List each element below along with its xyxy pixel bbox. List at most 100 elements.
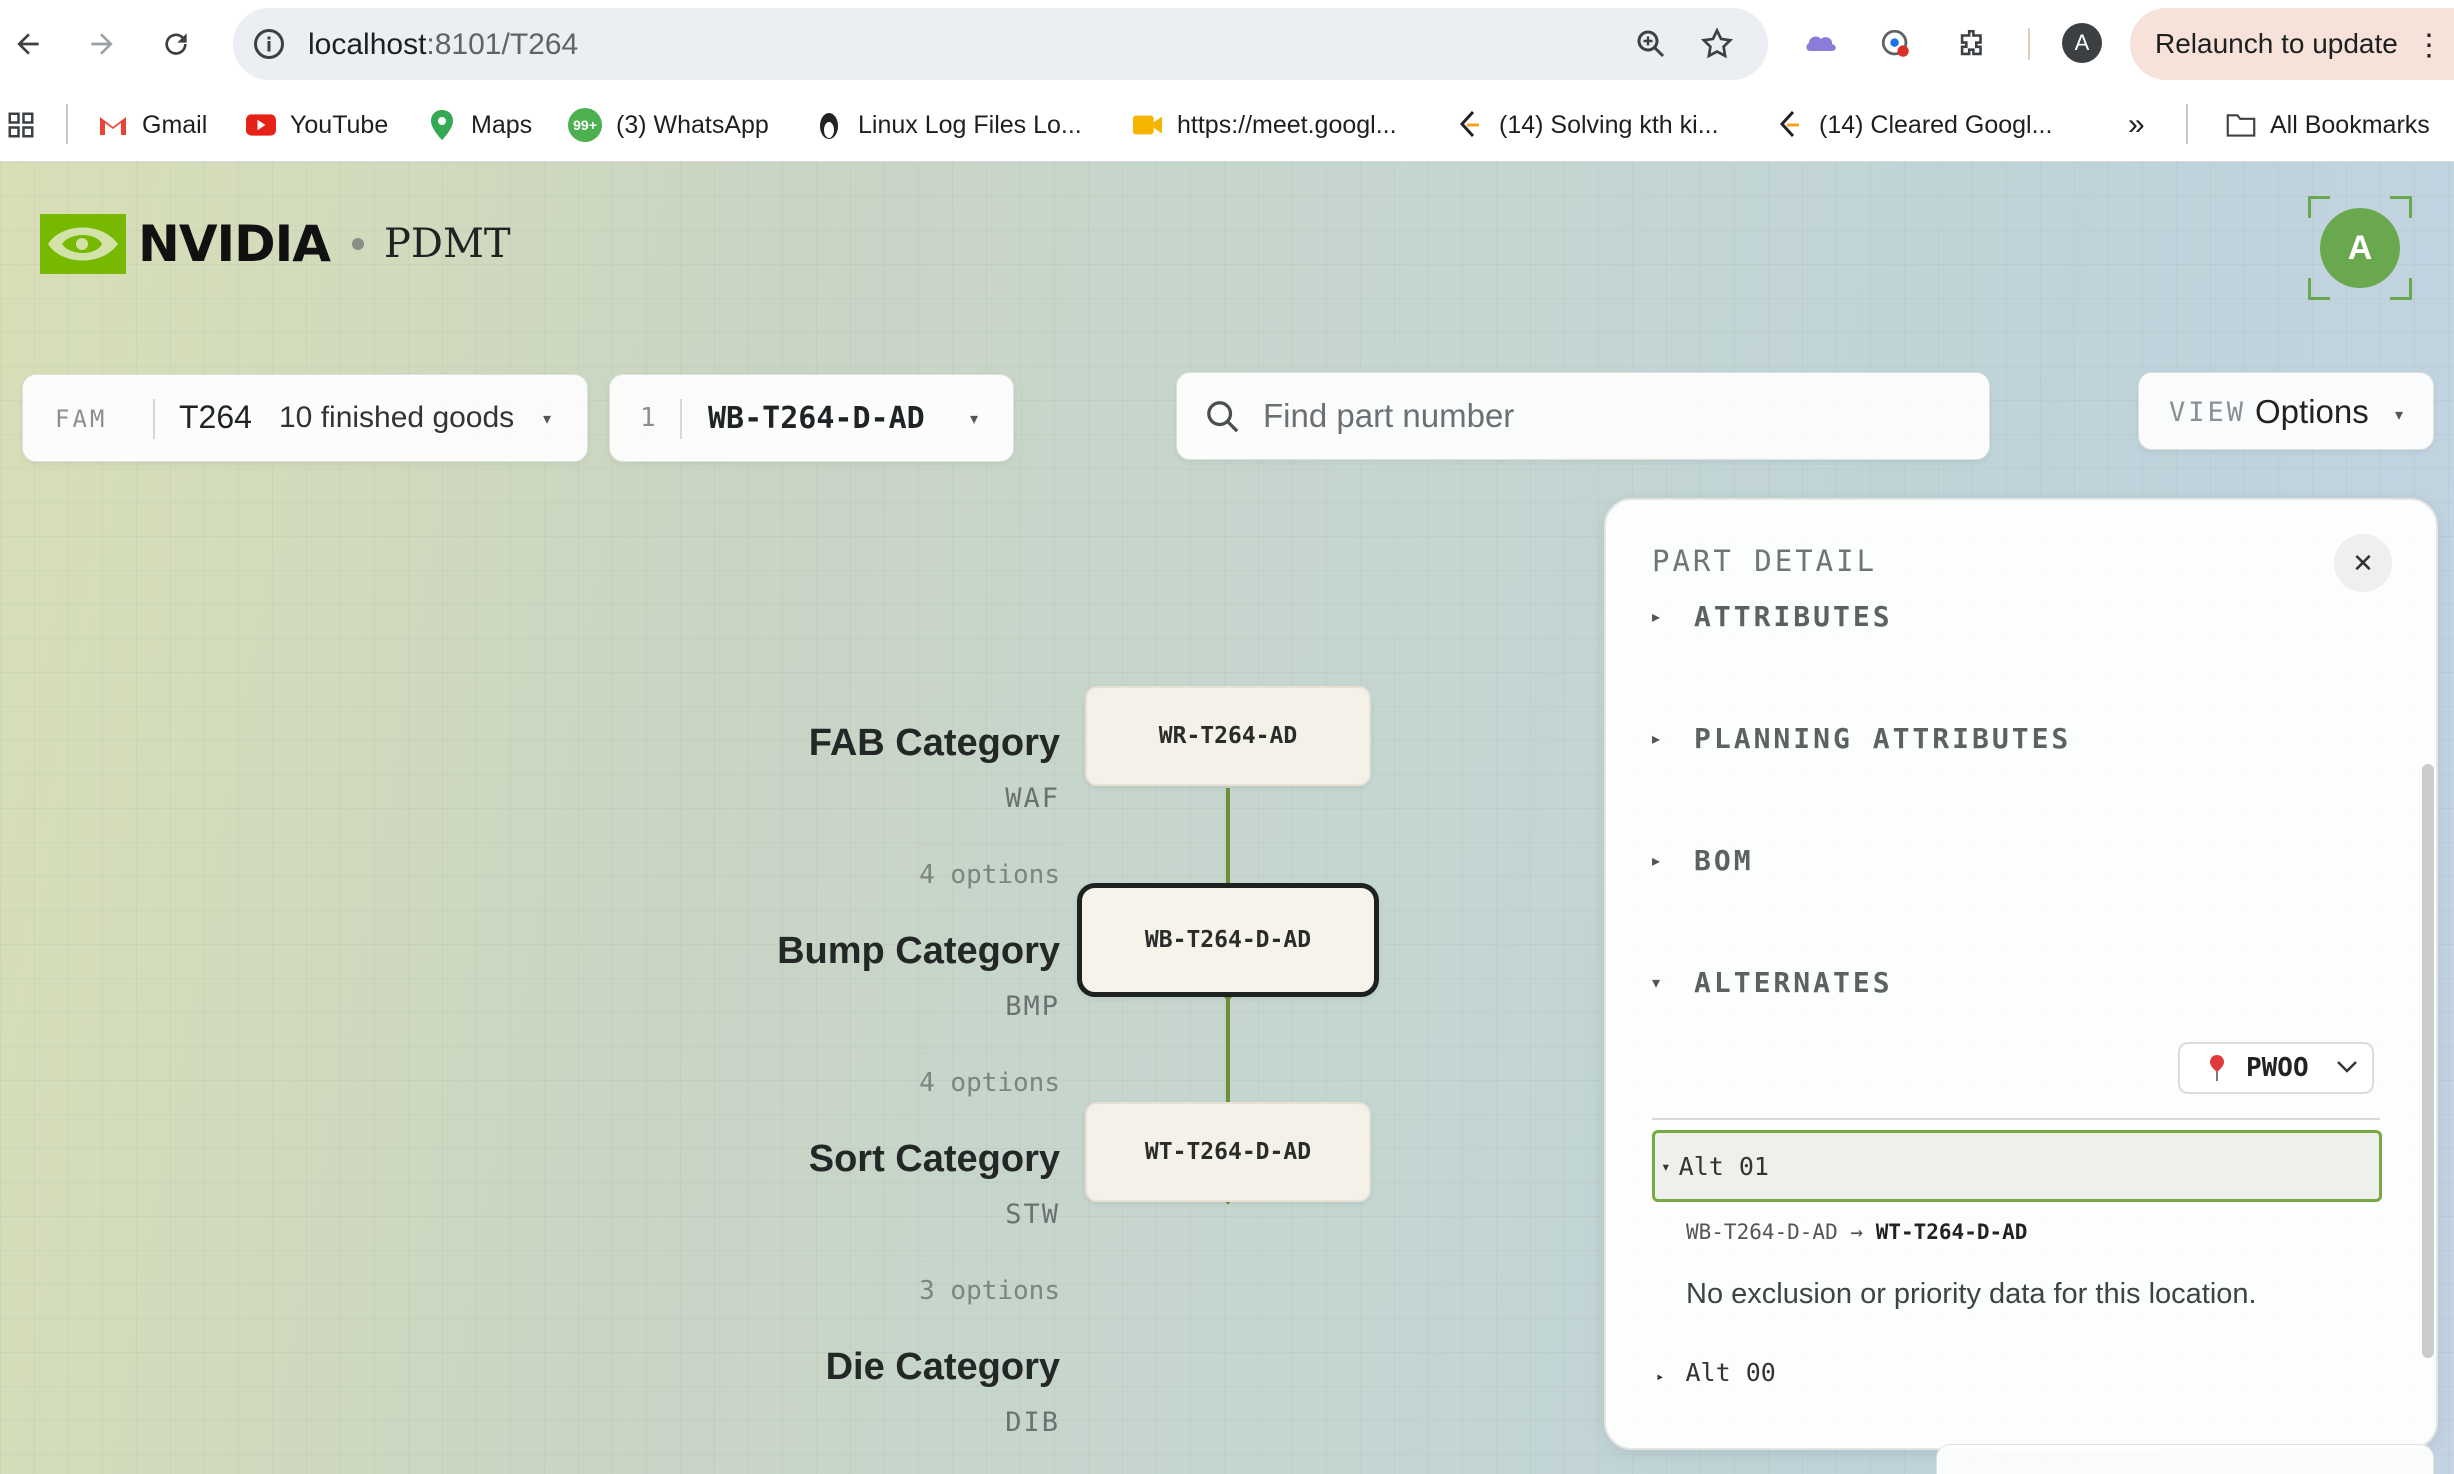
category-row: FAB Category WAF	[809, 722, 1060, 814]
address-bar[interactable]: localhost:8101/T264	[233, 8, 1768, 80]
brand-wordmark: NVIDIA	[138, 215, 331, 273]
relaunch-label: Relaunch to update	[2155, 28, 2398, 59]
category-name: Sort Category	[808, 1138, 1060, 1180]
view-value: Options	[2255, 393, 2369, 430]
location-pin-icon	[2210, 1055, 2224, 1081]
part-search[interactable]	[1176, 372, 1990, 460]
row-divider	[920, 1260, 1060, 1262]
extensions-puzzle-icon[interactable]	[1950, 22, 1994, 66]
url-text[interactable]: localhost:8101/T264	[308, 28, 578, 62]
part-node[interactable]: WR-T264-AD	[1085, 686, 1371, 786]
back-icon[interactable]	[6, 22, 50, 66]
alternate-note: No exclusion or priority data for this l…	[1686, 1278, 2257, 1310]
frame-corner	[2308, 278, 2330, 300]
bookmark-whatsapp[interactable]: 99+ (3) WhatsApp	[568, 106, 769, 144]
panel-scrollbar[interactable]	[2422, 764, 2434, 1358]
location-value: PWOO	[2246, 1053, 2309, 1083]
brand-separator	[351, 238, 364, 250]
finished-good-value: WB-T264-D-AD	[708, 401, 925, 436]
linux-penguin-icon	[814, 110, 844, 140]
bookmark-gmail[interactable]: Gmail	[98, 106, 207, 144]
bookmarks-overflow-icon[interactable]: »	[2128, 106, 2145, 144]
bookmark-meet[interactable]: https://meet.googl...	[1133, 106, 1397, 144]
zoom-controls[interactable]	[1936, 1444, 2434, 1474]
forward-icon[interactable]	[80, 22, 124, 66]
relaunch-button[interactable]: Relaunch to update ⋮	[2130, 8, 2454, 80]
reload-icon[interactable]	[154, 22, 198, 66]
section-alternates[interactable]: ▾ ALTERNATES	[1652, 966, 1893, 999]
bookmarks-bar: Gmail YouTube Maps 99+ (3) WhatsApp Linu…	[0, 88, 2454, 162]
section-planning-attributes[interactable]: ▸ PLANNING ATTRIBUTES	[1652, 722, 2071, 755]
meet-camera-icon	[1133, 110, 1163, 140]
user-avatar[interactable]: A	[2320, 208, 2400, 288]
options-count[interactable]: 4 options	[919, 1068, 1060, 1098]
close-icon[interactable]: ✕	[2334, 534, 2392, 592]
row-divider	[920, 844, 1060, 846]
leetcode-icon	[1775, 110, 1805, 140]
chevron-down-icon	[2337, 1061, 2357, 1073]
category-name: Die Category	[825, 1346, 1060, 1388]
extension-key-icon[interactable]	[1874, 22, 1918, 66]
nvidia-eye-logo	[40, 214, 126, 274]
divider	[680, 399, 682, 439]
gmail-icon	[98, 110, 128, 140]
caret-down-icon: ▾	[1652, 974, 1661, 992]
bookmark-star-icon[interactable]	[1699, 26, 1735, 62]
finished-good-selector[interactable]: 1 WB-T264-D-AD ▾	[609, 374, 1014, 462]
part-node[interactable]: WT-T264-D-AD	[1085, 1102, 1371, 1202]
divider	[153, 399, 155, 439]
part-node-selected[interactable]: WB-T264-D-AD	[1077, 883, 1379, 997]
bookmark-leetcode-2[interactable]: (14) Cleared Googl...	[1775, 106, 2052, 144]
section-bom[interactable]: ▸ BOM	[1652, 844, 1754, 877]
bookmark-linux-logs[interactable]: Linux Log Files Lo...	[814, 106, 1082, 144]
profile-avatar[interactable]: A	[2062, 23, 2102, 63]
menu-dots-icon[interactable]: ⋮	[2414, 28, 2444, 63]
part-detail-panel: PART DETAIL ✕ ▸ ATTRIBUTES ▸ PLANNING AT…	[1604, 498, 2438, 1450]
finished-goods-count: 10 finished goods	[279, 401, 515, 434]
youtube-icon	[246, 110, 276, 140]
browser-toolbar: localhost:8101/T264 A Relaunch to update…	[0, 0, 2454, 88]
arrow-right-icon: →	[1850, 1220, 1864, 1244]
all-bookmarks[interactable]: All Bookmarks	[2226, 106, 2430, 144]
extension-cloud-icon[interactable]	[1800, 22, 1844, 66]
section-attributes[interactable]: ▸ ATTRIBUTES	[1652, 600, 1893, 633]
bookmark-maps[interactable]: Maps	[427, 106, 532, 144]
alternate-item[interactable]: ▸ Alt 00	[1656, 1358, 1776, 1387]
view-options[interactable]: VIEW Options ▾	[2138, 372, 2434, 450]
category-row: Bump Category BMP	[777, 930, 1060, 1022]
folder-icon	[2226, 110, 2256, 140]
location-select[interactable]: PWOO	[2178, 1042, 2374, 1094]
family-value: T264	[179, 399, 252, 435]
app-canvas: NVIDIA PDMT A FAM T264 10 finished goods…	[0, 162, 2454, 1474]
maps-pin-icon	[427, 110, 457, 140]
options-count[interactable]: 3 options	[919, 1276, 1060, 1306]
bookmarks-divider	[66, 104, 68, 144]
caret-right-icon: ▸	[1652, 730, 1661, 748]
family-selector[interactable]: FAM T264 10 finished goods ▾	[22, 374, 588, 462]
category-name: FAB Category	[808, 722, 1060, 764]
user-avatar-frame[interactable]: A	[2308, 196, 2412, 300]
site-info-icon[interactable]	[251, 26, 287, 62]
section-label: BOM	[1694, 844, 1754, 877]
bookmarks-divider	[2186, 104, 2188, 144]
category-code: STW	[1005, 1199, 1060, 1230]
alt-caret-down-icon: ▾	[1661, 1156, 1671, 1176]
whatsapp-icon: 99+	[568, 108, 602, 142]
zoom-icon[interactable]	[1633, 26, 1669, 62]
alternate-to: WT-T264-D-AD	[1875, 1220, 2028, 1244]
options-count[interactable]: 4 options	[919, 860, 1060, 890]
section-label: PLANNING ATTRIBUTES	[1694, 722, 2072, 755]
category-name: Bump Category	[777, 930, 1060, 972]
caret-down-icon: ▾	[2395, 407, 2404, 424]
search-icon	[1207, 401, 1239, 433]
category-code: DIB	[1005, 1407, 1060, 1438]
bookmark-youtube[interactable]: YouTube	[246, 106, 388, 144]
search-input[interactable]	[1263, 391, 1963, 441]
apps-grid-icon[interactable]	[6, 106, 36, 144]
divider	[1652, 1118, 2380, 1120]
bookmark-leetcode-1[interactable]: (14) Solving kth ki...	[1455, 106, 1719, 144]
caret-down-icon: ▾	[543, 411, 552, 428]
view-label: VIEW	[2169, 397, 2247, 428]
alternate-item-expanded[interactable]: ▾ Alt 01	[1652, 1130, 2382, 1202]
section-label: ALTERNATES	[1694, 966, 1893, 999]
